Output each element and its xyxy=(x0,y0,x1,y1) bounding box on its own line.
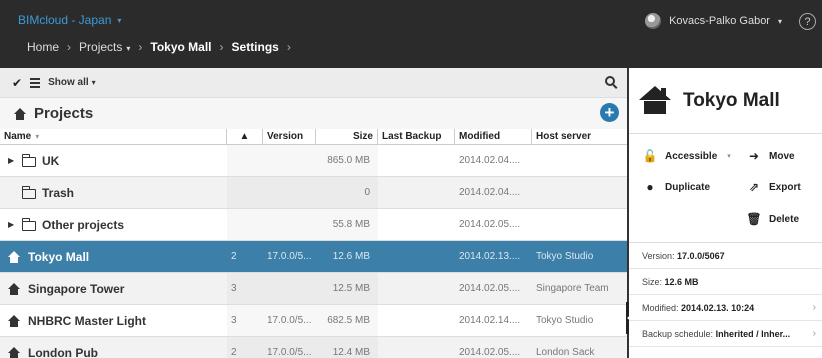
info-backup-schedule[interactable]: Backup schedule: Inherited / Inher... › xyxy=(629,321,822,347)
export-icon: ⇗ xyxy=(748,180,760,194)
unlock-icon: 🔓 xyxy=(642,149,658,163)
chevron-down-icon: ▾ xyxy=(117,15,122,25)
table-row[interactable]: London Pub 2 17.0.0/5... 12.4 MB 2014.02… xyxy=(0,337,627,358)
arrow-right-icon: ➜ xyxy=(748,149,760,163)
breadcrumb-project[interactable]: Tokyo Mall xyxy=(150,40,211,54)
project-list: ▶ UK 865.0 MB 2014.02.04.... Trash 0 2014… xyxy=(0,145,627,358)
search-icon[interactable] xyxy=(605,76,615,86)
folder-icon xyxy=(22,153,36,167)
project-icon xyxy=(8,346,20,358)
details-info: Version: 17.0.0/5067 Size: 12.6 MB Modif… xyxy=(629,242,822,347)
delete-button[interactable]: 🗑 Delete xyxy=(746,212,799,226)
table-row[interactable]: Singapore Tower 3 12.5 MB 2014.02.05....… xyxy=(0,273,627,305)
table-header: Name ▾ ▲ Version Size Last Backup Modifie… xyxy=(0,129,627,145)
table-row[interactable]: NHBRC Master Light 3 17.0.0/5... 682.5 M… xyxy=(0,305,627,337)
col-version[interactable]: Version xyxy=(263,129,316,144)
folder-icon xyxy=(22,217,36,231)
projects-title: Projects xyxy=(34,105,94,122)
chevron-down-icon: ▾ xyxy=(91,78,96,87)
chevron-right-icon: › xyxy=(812,328,816,339)
breadcrumb-settings[interactable]: Settings xyxy=(232,40,279,54)
sort-icon: ▾ xyxy=(35,132,40,141)
project-icon xyxy=(639,85,671,116)
info-size: Size: 12.6 MB xyxy=(629,269,822,295)
list-toolbar: ✔ Show all ▾ xyxy=(0,68,627,98)
list-icon xyxy=(30,77,41,88)
projects-panel: ✔ Show all ▾ Projects + Name ▾ ▲ Version S… xyxy=(0,68,627,358)
info-version: Version: 17.0.0/5067 xyxy=(629,243,822,269)
select-all-icon[interactable]: ✔ xyxy=(12,76,22,90)
chevron-right-icon: › xyxy=(219,40,224,54)
trash-icon: 🗑 xyxy=(746,212,762,226)
expand-icon[interactable]: ▶ xyxy=(8,220,22,229)
accessible-toggle[interactable]: 🔓 Accessible ▾ xyxy=(643,149,731,163)
chevron-right-icon: › xyxy=(67,40,72,54)
duplicate-icon: ● xyxy=(646,180,654,194)
breadcrumb-home[interactable]: Home xyxy=(27,40,59,54)
top-bar: BIMcloud - Japan ▾ Home › Projects ▾ › To… xyxy=(0,0,822,68)
col-name[interactable]: Name ▾ xyxy=(0,129,227,144)
col-users[interactable]: ▲ xyxy=(227,129,263,144)
col-last-backup[interactable]: Last Backup xyxy=(378,129,455,144)
col-host-server[interactable]: Host server xyxy=(532,129,627,144)
project-icon xyxy=(14,107,26,120)
details-header: Tokyo Mall xyxy=(629,68,822,134)
chevron-right-icon: › xyxy=(812,302,816,313)
breadcrumb: Home › Projects ▾ › Tokyo Mall › Settings… xyxy=(27,40,299,54)
info-modified[interactable]: Modified: 2014.02.13. 10:24 › xyxy=(629,295,822,321)
user-icon: ▲ xyxy=(239,131,250,142)
chevron-down-icon: ▾ xyxy=(777,16,782,26)
table-row[interactable]: ▶ UK 865.0 MB 2014.02.04.... xyxy=(0,145,627,177)
server-selector[interactable]: BIMcloud - Japan ▾ xyxy=(18,13,121,27)
chevron-down-icon: ▾ xyxy=(126,44,131,53)
add-project-button[interactable]: + xyxy=(600,103,619,122)
expand-icon[interactable]: ▶ xyxy=(8,156,22,165)
help-button[interactable]: ? xyxy=(799,13,816,30)
project-icon xyxy=(8,314,20,327)
col-size[interactable]: Size xyxy=(316,129,378,144)
projects-header: Projects + xyxy=(0,98,627,129)
help-icon: ? xyxy=(804,15,811,28)
table-row[interactable]: ▶ Other projects 55.8 MB 2014.02.05.... xyxy=(0,209,627,241)
project-icon xyxy=(8,250,20,263)
avatar xyxy=(645,13,662,29)
chevron-right-icon: › xyxy=(286,40,291,54)
table-row-selected[interactable]: Tokyo Mall 2 17.0.0/5... 12.6 MB 2014.02… xyxy=(0,241,627,273)
move-button[interactable]: ➜ Move xyxy=(747,149,795,163)
export-button[interactable]: ⇗ Export xyxy=(747,180,801,194)
user-menu[interactable]: Kovacs-Palko Gabor ▾ xyxy=(645,13,782,29)
details-panel: Tokyo Mall 🔓 Accessible ▾ ➜ Move ● Duplic… xyxy=(629,68,822,358)
user-name: Kovacs-Palko Gabor xyxy=(669,15,770,27)
duplicate-button[interactable]: ● Duplicate xyxy=(643,180,710,194)
breadcrumb-projects[interactable]: Projects ▾ xyxy=(79,40,130,54)
filter-dropdown[interactable]: Show all ▾ xyxy=(48,77,96,88)
col-modified[interactable]: Modified xyxy=(455,129,532,144)
folder-icon xyxy=(22,185,36,199)
chevron-right-icon: › xyxy=(138,40,143,54)
details-title: Tokyo Mall xyxy=(683,89,780,111)
chevron-down-icon: ▾ xyxy=(727,153,731,160)
table-row[interactable]: Trash 0 2014.02.04.... xyxy=(0,177,627,209)
server-name: BIMcloud - Japan xyxy=(18,13,112,27)
project-icon xyxy=(8,282,20,295)
